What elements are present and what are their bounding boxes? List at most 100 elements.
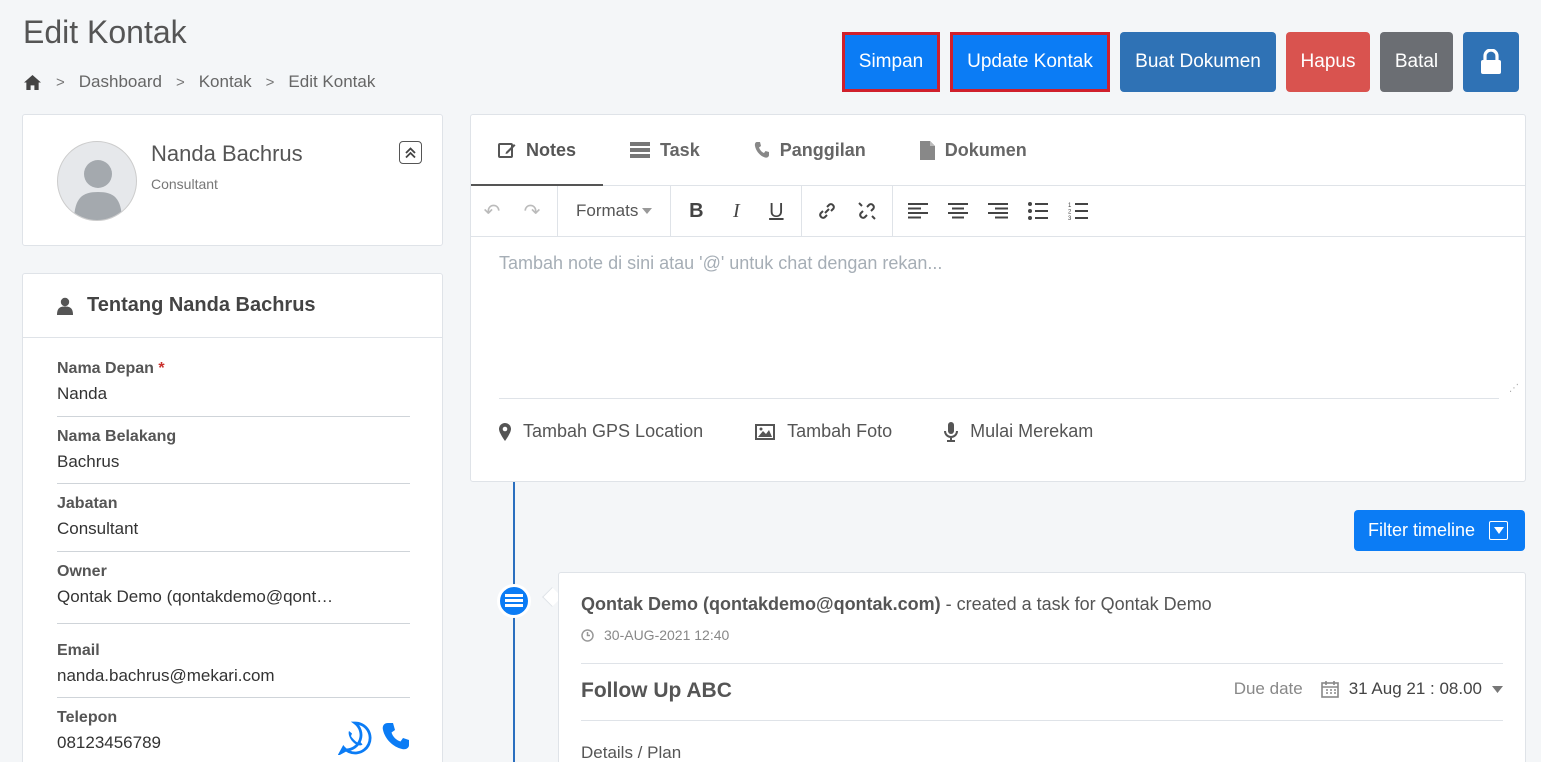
divider [581, 720, 1503, 721]
timeline-entry-title: Qontak Demo (qontakdemo@qontak.com) - cr… [581, 594, 1212, 615]
microphone-icon [944, 421, 959, 442]
required-marker: * [158, 360, 165, 377]
whatsapp-icon[interactable] [338, 721, 372, 755]
task-title[interactable]: Follow Up ABC [581, 679, 732, 703]
field-label: Jabatan [57, 495, 118, 512]
bullet-list-icon[interactable] [1021, 194, 1055, 228]
svg-text:2: 2 [1068, 210, 1072, 216]
first-name-field[interactable]: Nama Depan * Nanda [57, 360, 410, 417]
breadcrumb-kontak[interactable]: Kontak [199, 72, 252, 92]
caret-down-icon [642, 208, 653, 214]
align-center-icon[interactable] [941, 194, 975, 228]
tab-task[interactable]: Task [603, 115, 727, 185]
breadcrumb-dashboard[interactable]: Dashboard [79, 72, 162, 92]
create-document-button[interactable]: Buat Dokumen [1120, 32, 1276, 92]
phone-icon[interactable] [382, 721, 410, 751]
link-icon[interactable] [810, 194, 844, 228]
last-name-value[interactable]: Bachrus [57, 452, 410, 472]
timeline-action: - created a task for Qontak Demo [940, 594, 1212, 614]
note-placeholder: Tambah note di sini atau '@' untuk chat … [499, 253, 943, 273]
due-date: Due date 31 Aug 21 : 08.00 [1234, 679, 1503, 699]
editor-toolbar: ↶ ↷ Formats B I U 1 2 3 [471, 186, 1525, 237]
save-button[interactable]: Simpan [842, 32, 940, 92]
about-title: Tentang Nanda Bachrus [87, 294, 316, 316]
collapse-button[interactable] [399, 141, 422, 164]
underline-icon[interactable]: U [759, 194, 793, 228]
email-value[interactable]: nanda.bachrus@mekari.com [57, 666, 410, 686]
undo-icon[interactable]: ↶ [475, 194, 509, 228]
tab-bar: Notes Task Panggilan Dokumen [471, 115, 1525, 186]
attachment-label: Tambah GPS Location [523, 421, 704, 441]
numbered-list-icon[interactable]: 123 [1061, 194, 1095, 228]
add-photo-button[interactable]: Tambah Foto [755, 421, 892, 442]
svg-text:1: 1 [1068, 203, 1072, 209]
phone-icon [754, 142, 769, 158]
timestamp-text: 30-AUG-2021 12:40 [604, 627, 730, 643]
first-name-value[interactable]: Nanda [57, 384, 410, 404]
tab-label: Panggilan [779, 139, 866, 160]
job-title-field[interactable]: Jabatan Consultant [57, 495, 410, 552]
redo-icon[interactable]: ↷ [515, 194, 549, 228]
phone-field[interactable]: Telepon 08123456789 [57, 709, 410, 762]
task-timeline-marker [497, 584, 531, 618]
home-icon[interactable] [23, 74, 42, 91]
tab-notes[interactable]: Notes [471, 115, 604, 186]
attachment-actions: Tambah GPS Location Tambah Foto Mulai Me… [499, 421, 1093, 442]
profile-role: Consultant [151, 176, 218, 192]
unlink-icon[interactable] [850, 194, 884, 228]
edit-icon [498, 143, 516, 158]
user-avatar-icon [74, 160, 122, 220]
email-field[interactable]: Email nanda.bachrus@mekari.com [57, 642, 410, 698]
owner-value[interactable]: Qontak Demo (qontakdemo@qont… [57, 587, 410, 607]
attachment-label: Tambah Foto [787, 421, 893, 441]
document-icon [919, 140, 935, 160]
update-contact-button[interactable]: Update Kontak [950, 32, 1110, 92]
owner-field[interactable]: Owner Qontak Demo (qontakdemo@qont… [57, 563, 410, 624]
tab-documents[interactable]: Dokumen [893, 115, 1054, 185]
italic-icon[interactable]: I [719, 194, 753, 228]
field-label: Nama Belakang [57, 428, 177, 445]
timeline-line [513, 482, 515, 762]
field-label: Email [57, 642, 100, 659]
timeline-timestamp: 30-AUG-2021 12:40 [581, 627, 729, 643]
about-header: Tentang Nanda Bachrus [23, 274, 442, 338]
formats-dropdown[interactable]: Formats [570, 201, 658, 221]
align-right-icon[interactable] [981, 194, 1015, 228]
caret-down-icon[interactable] [1492, 685, 1503, 693]
field-label: Nama Depan [57, 360, 154, 377]
divider [581, 663, 1503, 664]
clock-icon [581, 628, 594, 642]
due-date-value[interactable]: 31 Aug 21 : 08.00 [1349, 679, 1482, 699]
bold-icon[interactable]: B [679, 194, 713, 228]
task-list-icon [630, 142, 651, 158]
chevron-right-icon: > [175, 73, 185, 91]
add-gps-location-button[interactable]: Tambah GPS Location [499, 421, 703, 442]
notes-card: Notes Task Panggilan Dokumen ↶ ↷ Formats… [470, 114, 1526, 482]
start-recording-button[interactable]: Mulai Merekam [944, 421, 1093, 442]
delete-button[interactable]: Hapus [1286, 32, 1370, 92]
filter-timeline-label: Filter timeline [1368, 520, 1476, 540]
profile-card: Nanda Bachrus Consultant [22, 114, 443, 246]
due-date-label: Due date [1233, 679, 1303, 698]
page-title: Edit Kontak [23, 14, 187, 50]
image-icon [755, 423, 776, 440]
tab-calls[interactable]: Panggilan [727, 115, 893, 185]
map-marker-icon [499, 422, 511, 441]
job-title-value[interactable]: Consultant [57, 519, 410, 539]
tab-label: Dokumen [944, 139, 1027, 160]
details-label: Details / Plan [581, 743, 682, 762]
align-left-icon[interactable] [901, 194, 935, 228]
timeline-author[interactable]: Qontak Demo (qontakdemo@qontak.com) [581, 594, 941, 614]
cancel-button[interactable]: Batal [1380, 32, 1453, 92]
resize-handle-icon[interactable]: ⋰ [1509, 383, 1519, 394]
calendar-icon [1320, 681, 1339, 698]
field-label: Owner [57, 563, 107, 580]
breadcrumb: > Dashboard > Kontak > Edit Kontak [23, 72, 375, 92]
lock-button[interactable] [1463, 32, 1519, 92]
tab-label: Task [660, 139, 700, 160]
note-editor[interactable]: Tambah note di sini atau '@' untuk chat … [499, 253, 1499, 399]
last-name-field[interactable]: Nama Belakang Bachrus [57, 428, 410, 484]
filter-timeline-button[interactable]: Filter timeline [1354, 510, 1525, 551]
attachment-label: Mulai Merekam [970, 421, 1094, 441]
tab-label: Notes [526, 139, 577, 160]
